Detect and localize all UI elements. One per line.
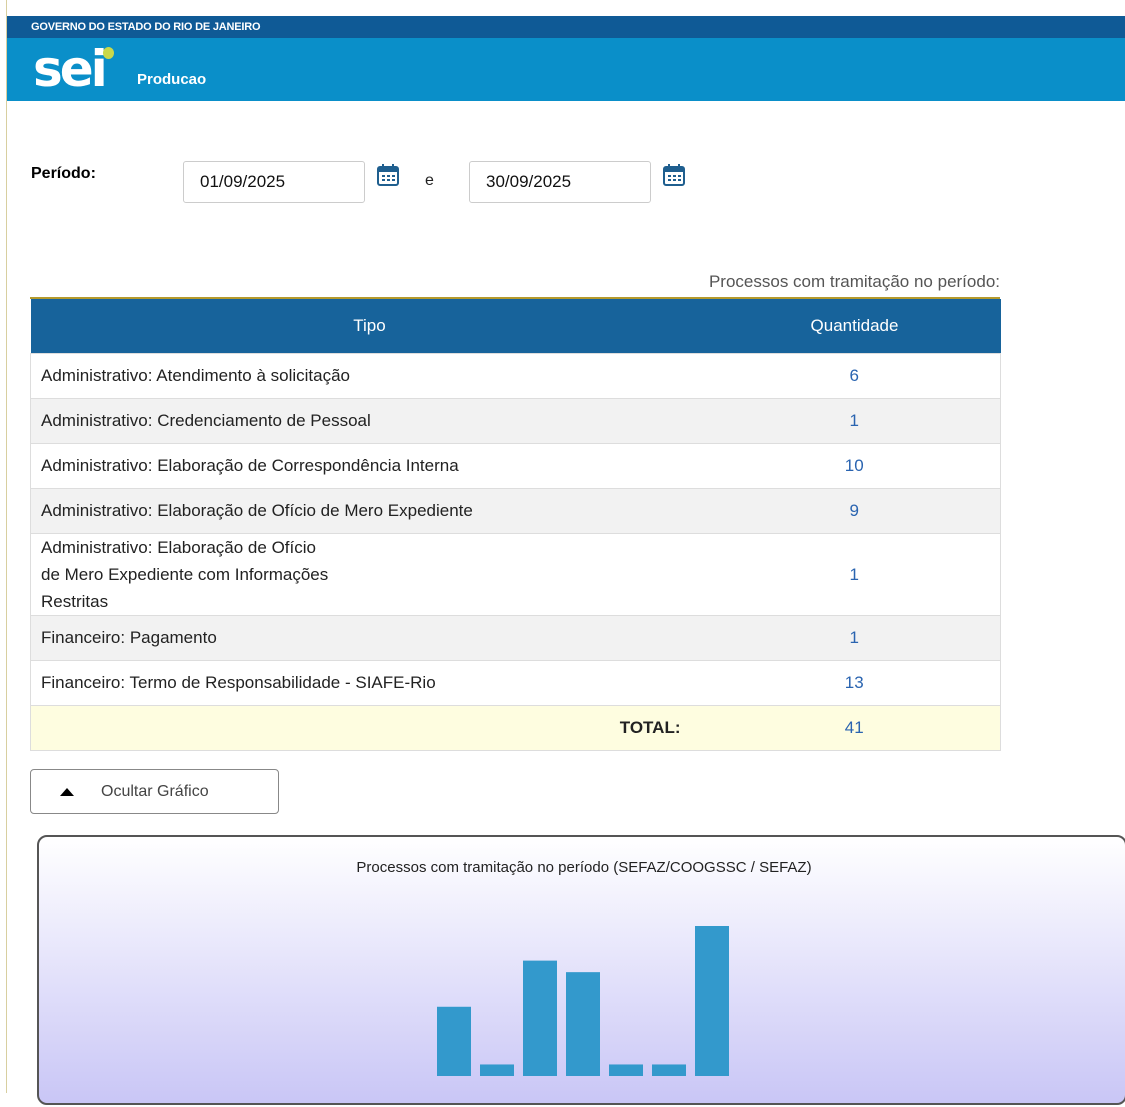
app-header: sei Producao — [7, 38, 1125, 101]
total-value: 41 — [708, 705, 1001, 751]
row-tipo: Administrativo: Elaboração de Ofício de … — [30, 533, 709, 616]
row-quantidade-link[interactable]: 13 — [708, 660, 1001, 706]
row-quantidade-link[interactable]: 6 — [708, 353, 1001, 399]
chart-panel: Processos com tramitação no período (SEF… — [37, 835, 1125, 1105]
table-row: Administrativo: Elaboração de Correspond… — [30, 443, 1001, 489]
government-bar: GOVERNO DO ESTADO DO RIO DE JANEIRO — [7, 16, 1125, 38]
chart-bar[interactable] — [609, 1064, 643, 1076]
end-date-input[interactable]: 30/09/2025 — [469, 161, 651, 203]
page-border — [6, 0, 7, 1093]
sei-logo-dot — [103, 47, 114, 59]
hide-chart-label: Ocultar Gráfico — [101, 782, 209, 800]
app-name: Producao — [137, 71, 207, 88]
calendar-icon[interactable] — [375, 162, 401, 188]
row-tipo: Administrativo: Elaboração de Ofício de … — [30, 488, 709, 534]
chart-bar[interactable] — [523, 960, 557, 1076]
row-quantidade-link[interactable]: 1 — [708, 615, 1001, 661]
top-strip — [7, 0, 1125, 16]
column-header-tipo: Tipo — [30, 299, 709, 354]
process-table: Tipo Quantidade Administrativo: Atendime… — [30, 299, 1001, 751]
table-row: Financeiro: Pagamento 1 — [30, 615, 1001, 661]
column-header-quantidade: Quantidade — [708, 299, 1001, 354]
row-tipo: Financeiro: Pagamento — [30, 615, 709, 661]
period-label: Período: — [31, 165, 96, 182]
row-tipo: Administrativo: Atendimento à solicitaçã… — [30, 353, 709, 399]
start-date-input[interactable]: 01/09/2025 — [183, 161, 365, 203]
total-label: TOTAL: — [30, 705, 709, 751]
table-row: Administrativo: Elaboração de Ofício de … — [30, 488, 1001, 534]
table-row: Financeiro: Termo de Responsabilidade - … — [30, 660, 1001, 706]
date-separator: e — [425, 172, 434, 189]
table-caption: Processos com tramitação no período: — [708, 272, 1000, 291]
row-quantidade-link[interactable]: 1 — [708, 533, 1001, 616]
chart-bar[interactable] — [480, 1064, 514, 1076]
table-header-row: Tipo Quantidade — [30, 299, 1001, 354]
chart-bar[interactable] — [695, 926, 729, 1076]
row-tipo: Administrativo: Elaboração de Correspond… — [30, 443, 709, 489]
total-row: TOTAL: 41 — [30, 705, 1001, 751]
table-row: Administrativo: Credenciamento de Pessoa… — [30, 398, 1001, 444]
row-tipo: Financeiro: Termo de Responsabilidade - … — [30, 660, 709, 706]
chart-bar[interactable] — [437, 1006, 471, 1076]
row-tipo: Administrativo: Credenciamento de Pessoa… — [30, 398, 709, 444]
bar-chart — [437, 926, 729, 1076]
row-quantidade-link[interactable]: 9 — [708, 488, 1001, 534]
government-title: GOVERNO DO ESTADO DO RIO DE JANEIRO — [31, 21, 261, 33]
table-row: Administrativo: Elaboração de Ofício de … — [30, 533, 1001, 616]
calendar-icon[interactable] — [661, 162, 687, 188]
table-row: Administrativo: Atendimento à solicitaçã… — [30, 353, 1001, 399]
chart-bar[interactable] — [566, 972, 600, 1076]
row-quantidade-link[interactable]: 1 — [708, 398, 1001, 444]
chart-bar[interactable] — [652, 1064, 686, 1076]
triangle-up-icon — [60, 787, 74, 796]
hide-chart-button[interactable]: Ocultar Gráfico — [30, 769, 279, 814]
sei-logo[interactable]: sei — [33, 44, 108, 94]
row-quantidade-link[interactable]: 10 — [708, 443, 1001, 489]
